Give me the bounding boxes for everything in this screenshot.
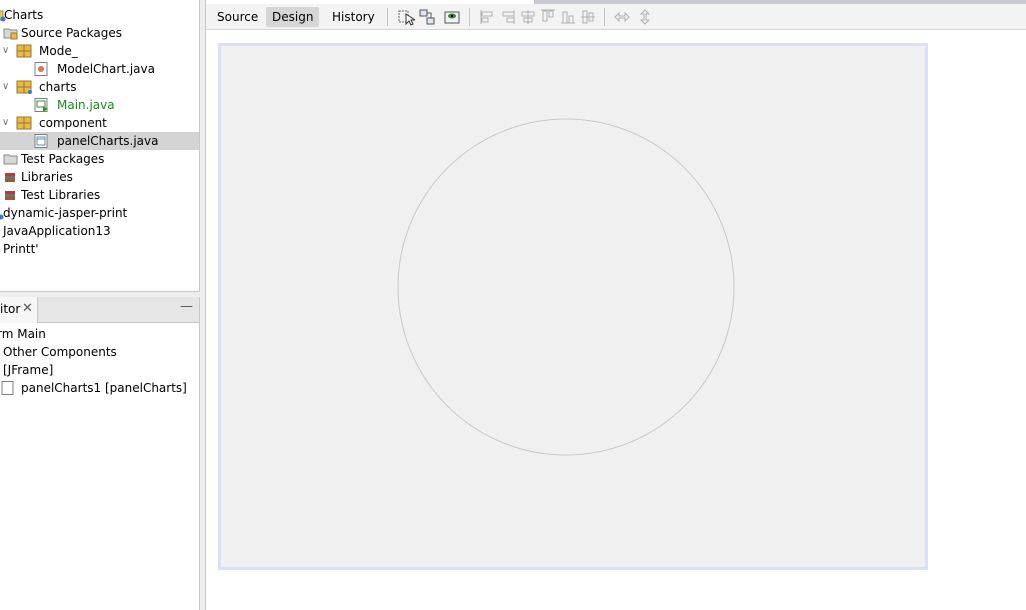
connection-mode-icon[interactable] [418, 8, 436, 26]
tree-label: Mode_ [39, 44, 78, 58]
tree-node-file-modelchart[interactable]: ModelChart.java [0, 60, 199, 78]
tree-label: charts [39, 80, 77, 94]
tree-label: Other Components [3, 345, 117, 359]
tree-label: [JFrame] [3, 363, 54, 377]
center-horizontal-icon[interactable] [519, 8, 537, 26]
tab-navigator[interactable]: itor ✕ [0, 297, 38, 323]
preview-design-icon[interactable] [443, 8, 461, 26]
tab-design[interactable]: Design [266, 7, 320, 27]
align-top-icon[interactable] [539, 8, 557, 26]
source-packages-icon [3, 28, 18, 40]
close-icon[interactable]: ✕ [22, 301, 33, 316]
tree-label: rm Main [0, 327, 46, 341]
tree-node-package-mode[interactable]: ∨ Mode_ [0, 42, 199, 60]
resize-vertical-icon[interactable] [636, 8, 654, 26]
package-icon [16, 80, 32, 94]
tree-label: panelCharts.java [57, 134, 159, 148]
toolbar-separator [604, 8, 605, 26]
tab-label: itor [0, 302, 21, 316]
tree-node-other-components[interactable]: Other Components [0, 343, 199, 361]
tree-label: dynamic-jasper-print [3, 206, 128, 220]
tree-node-form-main[interactable]: rm Main [0, 325, 199, 343]
jpanel-form-icon [34, 134, 48, 148]
tree-label: Printt' [3, 242, 39, 256]
chart-circle-placeholder[interactable] [397, 118, 735, 456]
tree-node-project-javaapplication13[interactable]: JavaApplication13 [0, 222, 199, 240]
tree-label: Test Packages [21, 152, 105, 166]
tree-label: Source Packages [21, 26, 123, 40]
tree-label: JavaApplication13 [3, 224, 111, 238]
tree-node-file-panelcharts[interactable]: panelCharts.java [0, 132, 199, 150]
tree-label: Main.java [57, 98, 115, 112]
toolbar-separator [387, 8, 388, 26]
navigator-tab-bar: itor ✕ — [0, 297, 199, 323]
form-editor: Source Design History [205, 0, 1026, 610]
projects-panel: Charts Source Packages ∨ Mode_ ModelChar… [0, 0, 200, 292]
align-right-icon[interactable] [499, 8, 517, 26]
tree-node-project-charts[interactable]: Charts [0, 6, 199, 24]
tree-node-libraries[interactable]: Libraries [0, 168, 199, 186]
tree-node-file-main[interactable]: Main.java [0, 96, 199, 114]
tree-node-jframe[interactable]: [JFrame] [0, 361, 199, 379]
test-packages-icon [3, 154, 18, 165]
tree-label: Libraries [21, 170, 73, 184]
tree-node-project-printt[interactable]: Printt' [0, 240, 199, 258]
jframe-form-icon [34, 98, 48, 112]
design-canvas[interactable] [218, 43, 928, 570]
jpanel-component-icon [1, 381, 14, 395]
tree-label: Test Libraries [21, 188, 101, 202]
tree-label: ModelChart.java [57, 62, 155, 76]
tree-label: component [39, 116, 107, 130]
tree-node-package-component[interactable]: ∨ component [0, 114, 199, 132]
tree-label: panelCharts1 [panelCharts] [21, 381, 187, 395]
tree-node-source-packages[interactable]: Source Packages [0, 24, 199, 42]
toolbar-separator [469, 8, 470, 26]
chevron-down-icon[interactable]: ∨ [2, 114, 9, 132]
align-bottom-icon[interactable] [559, 8, 577, 26]
tree-label: Charts [4, 8, 44, 22]
tree-node-test-libraries[interactable]: Test Libraries [0, 186, 199, 204]
test-libraries-icon [5, 191, 15, 200]
resize-horizontal-icon[interactable] [613, 8, 631, 26]
package-icon [16, 116, 32, 130]
tree-node-test-packages[interactable]: Test Packages [0, 150, 199, 168]
chevron-down-icon[interactable]: ∨ [2, 78, 9, 96]
tab-source[interactable]: Source [211, 7, 264, 27]
selection-mode-icon[interactable] [397, 8, 415, 26]
tree-node-panelcharts1[interactable]: panelCharts1 [panelCharts] [0, 379, 199, 397]
tree-node-project-dynamic-jasper-print[interactable]: dynamic-jasper-print [0, 204, 199, 222]
editor-toolbar: Source Design History [206, 4, 1026, 30]
minimize-icon[interactable]: — [180, 299, 193, 314]
chevron-down-icon[interactable]: ∨ [2, 42, 9, 60]
java-class-icon [34, 62, 48, 76]
center-vertical-icon[interactable] [579, 8, 597, 26]
libraries-icon [5, 173, 15, 182]
tab-history[interactable]: History [326, 7, 381, 27]
align-left-icon[interactable] [479, 8, 497, 26]
package-icon [16, 44, 32, 58]
navigator-panel: itor ✕ — rm Main Other Components [JFram… [0, 297, 200, 610]
tree-node-package-charts[interactable]: ∨ charts [0, 78, 199, 96]
